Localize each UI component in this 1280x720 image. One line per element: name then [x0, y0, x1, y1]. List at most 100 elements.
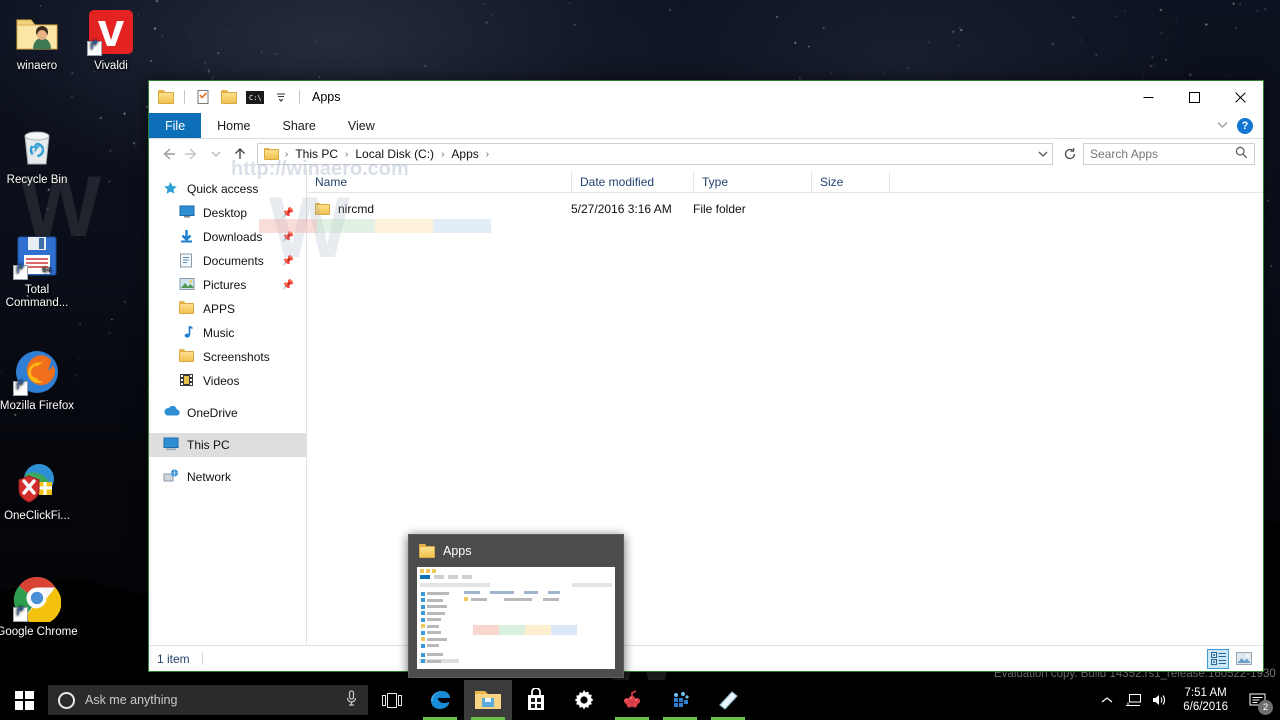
taskbar-item-raspberry-app[interactable] — [608, 680, 656, 720]
taskbar-item-blue-cube-app[interactable] — [656, 680, 704, 720]
chevron-down-icon[interactable] — [1217, 120, 1228, 132]
star-icon — [163, 181, 180, 197]
folder-icon[interactable] — [155, 86, 177, 108]
breadcrumb-separator: › — [485, 148, 490, 160]
window-body: Quick access Desktop 📌 Downloads 📌 Docum… — [149, 169, 1263, 645]
sidebar-item-screenshots[interactable]: Screenshots — [149, 345, 306, 369]
details-view-button[interactable] — [1207, 648, 1229, 669]
sidebar-item-apps[interactable]: APPS — [149, 297, 306, 321]
customize-dropdown-icon[interactable] — [270, 86, 292, 108]
forward-button[interactable] — [181, 143, 203, 165]
chevron-up-icon[interactable] — [1095, 680, 1119, 720]
sidebar-item-onedrive[interactable]: OneDrive — [149, 401, 306, 425]
quick-access-toolbar[interactable]: C:\ — [155, 86, 303, 108]
clock-date: 6/6/2016 — [1183, 701, 1228, 713]
search-icon[interactable] — [1235, 146, 1248, 162]
tab-home[interactable]: Home — [201, 113, 266, 138]
sidebar-item-network[interactable]: Network — [149, 465, 306, 489]
desktop-icon-chrome[interactable]: Google Chrome — [0, 574, 80, 639]
tab-view[interactable]: View — [332, 113, 391, 138]
thumbnail-window-preview[interactable] — [417, 567, 615, 669]
desktop-icon-oneclickfirewall[interactable]: OneClickFi... — [0, 458, 80, 523]
network-icon[interactable] — [1121, 680, 1145, 720]
chrome-icon — [13, 574, 62, 625]
new-folder-icon[interactable] — [218, 86, 240, 108]
navigation-pane[interactable]: Quick access Desktop 📌 Downloads 📌 Docum… — [149, 169, 307, 645]
up-button[interactable] — [229, 143, 251, 165]
file-name-label: nircmd — [338, 202, 375, 216]
window-title: Apps — [312, 90, 341, 104]
file-explorer-window[interactable]: C:\ Apps File Home Share View ? › This P… — [148, 80, 1264, 672]
desktop-icon-firefox[interactable]: Mozilla Firefox — [0, 348, 80, 413]
search-input[interactable]: Ask me anything — [48, 685, 368, 715]
sidebar-item-quick-access[interactable]: Quick access — [149, 177, 306, 201]
address-dropdown-icon[interactable] — [1038, 147, 1048, 161]
large-icons-view-button[interactable] — [1233, 649, 1255, 669]
taskbar-item-file-explorer[interactable] — [464, 680, 512, 720]
command-prompt-icon[interactable]: C:\ — [244, 86, 266, 108]
file-name-cell[interactable]: nircmd — [307, 202, 571, 216]
toolbar-separator — [299, 90, 300, 104]
sidebar-item-videos[interactable]: Videos — [149, 369, 306, 393]
column-header-name[interactable]: Name — [307, 172, 571, 192]
maximize-button[interactable] — [1171, 81, 1217, 113]
desktop-icon-vivaldi[interactable]: Vivaldi — [68, 8, 154, 73]
table-row[interactable]: nircmd 5/27/2016 3:16 AM File folder — [307, 198, 1263, 220]
column-header-size[interactable]: Size — [811, 172, 889, 192]
desktop-icon-recycle-bin[interactable]: Recycle Bin — [0, 122, 80, 187]
back-button[interactable] — [157, 143, 179, 165]
pin-icon[interactable]: 📌 — [282, 256, 294, 267]
address-bar-row[interactable]: › This PC › Local Disk (C:) › Apps › Sea… — [149, 139, 1263, 169]
desktop-icon-total-commander[interactable]: 64 Total Command... — [0, 232, 80, 310]
minimize-button[interactable] — [1125, 81, 1171, 113]
action-center-button[interactable]: 2 — [1240, 680, 1276, 720]
taskbar-item-sticky-notes[interactable] — [704, 680, 752, 720]
microphone-icon[interactable] — [345, 689, 358, 711]
title-bar[interactable]: C:\ Apps — [149, 81, 1263, 113]
taskbar[interactable]: Ask me anything 7:51 AM 6/6/2016 2 — [0, 680, 1280, 720]
sidebar-item-documents[interactable]: Documents 📌 — [149, 249, 306, 273]
task-view-button[interactable] — [368, 680, 416, 720]
system-tray[interactable]: 7:51 AM 6/6/2016 2 — [1095, 680, 1280, 720]
breadcrumb-local-disk[interactable]: Local Disk (C:) — [350, 147, 439, 161]
column-header-date-modified[interactable]: Date modified — [571, 172, 693, 192]
clock[interactable]: 7:51 AM 6/6/2016 — [1173, 680, 1238, 720]
sidebar-item-music[interactable]: Music — [149, 321, 306, 345]
taskbar-thumbnail-preview[interactable]: Apps — [408, 534, 624, 678]
taskbar-item-settings[interactable] — [560, 680, 608, 720]
pin-icon[interactable]: 📌 — [282, 280, 294, 291]
tab-file[interactable]: File — [149, 113, 202, 138]
refresh-button[interactable] — [1059, 143, 1081, 165]
preview-addressbar — [417, 581, 615, 588]
svg-text:C:\: C:\ — [249, 94, 262, 102]
column-headers[interactable]: Name Date modified Type Size — [307, 169, 1263, 193]
network-icon — [163, 469, 180, 485]
taskbar-apps[interactable] — [416, 680, 752, 720]
column-header-type[interactable]: Type — [693, 172, 811, 192]
start-button[interactable] — [0, 680, 48, 720]
pin-icon[interactable]: 📌 — [282, 232, 294, 243]
taskbar-item-store[interactable] — [512, 680, 560, 720]
breadcrumb[interactable]: › This PC › Local Disk (C:) › Apps › — [257, 143, 1053, 165]
recent-locations-button[interactable] — [205, 143, 227, 165]
tab-share[interactable]: Share — [267, 113, 332, 138]
column-header-spacer — [889, 172, 1263, 192]
breadcrumb-this-pc[interactable]: This PC — [290, 147, 343, 161]
breadcrumb-apps[interactable]: Apps — [446, 147, 483, 161]
thumbnail-header: Apps — [409, 535, 623, 567]
help-icon[interactable]: ? — [1237, 117, 1253, 134]
volume-icon[interactable] — [1147, 680, 1171, 720]
shortcut-overlay-icon — [13, 265, 28, 280]
ribbon-tabs[interactable]: File Home Share View ? — [149, 113, 1263, 139]
desktop-icon-label: Recycle Bin — [6, 174, 68, 186]
music-icon — [179, 325, 196, 341]
pin-icon[interactable]: 📌 — [282, 208, 294, 219]
close-button[interactable] — [1217, 81, 1263, 113]
sidebar-item-label: APPS — [203, 302, 236, 316]
sidebar-item-this-pc[interactable]: This PC — [149, 433, 306, 457]
sidebar-item-pictures[interactable]: Pictures 📌 — [149, 273, 306, 297]
search-input[interactable]: Search Apps — [1083, 143, 1255, 165]
taskbar-item-edge[interactable] — [416, 680, 464, 720]
user-folder-icon — [13, 8, 61, 56]
properties-icon[interactable] — [192, 86, 214, 108]
